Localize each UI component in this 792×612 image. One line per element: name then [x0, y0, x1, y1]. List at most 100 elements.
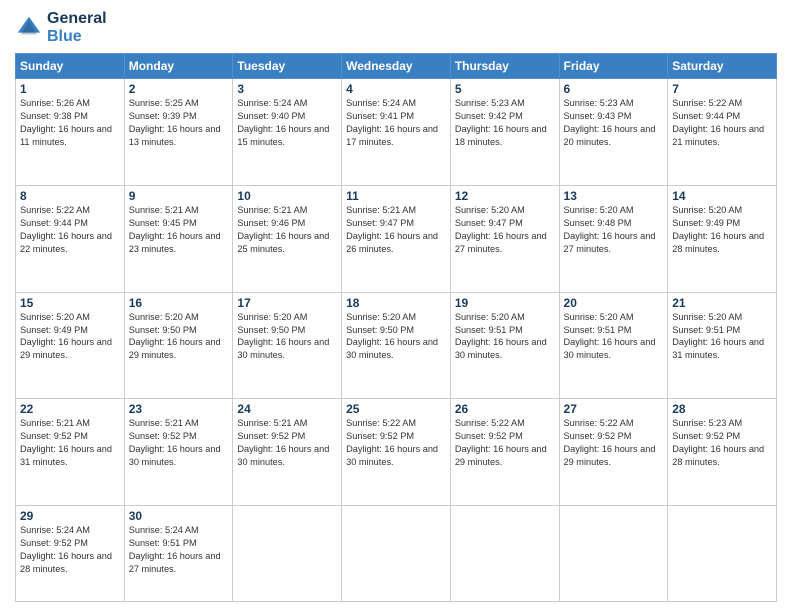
- daylight-label: Daylight: 16 hours and 31 minutes.: [672, 337, 764, 360]
- sunrise-label: Sunrise: 5:21 AM: [129, 205, 199, 215]
- day-number: 23: [129, 402, 229, 416]
- day-number: 5: [455, 82, 555, 96]
- sunset-label: Sunset: 9:51 PM: [672, 325, 740, 335]
- sunrise-label: Sunrise: 5:22 AM: [20, 205, 90, 215]
- sunset-label: Sunset: 9:49 PM: [672, 218, 740, 228]
- day-number: 3: [237, 82, 337, 96]
- calendar-week-row: 15 Sunrise: 5:20 AM Sunset: 9:49 PM Dayl…: [16, 292, 777, 399]
- sunset-label: Sunset: 9:45 PM: [129, 218, 197, 228]
- calendar-day-cell: 14 Sunrise: 5:20 AM Sunset: 9:49 PM Dayl…: [668, 185, 777, 292]
- day-number: 24: [237, 402, 337, 416]
- day-info: Sunrise: 5:21 AM Sunset: 9:47 PM Dayligh…: [346, 204, 446, 256]
- day-info: Sunrise: 5:24 AM Sunset: 9:51 PM Dayligh…: [129, 524, 229, 576]
- day-info: Sunrise: 5:22 AM Sunset: 9:52 PM Dayligh…: [346, 417, 446, 469]
- sunset-label: Sunset: 9:44 PM: [672, 111, 740, 121]
- sunset-label: Sunset: 9:52 PM: [564, 431, 632, 441]
- calendar-week-row: 29 Sunrise: 5:24 AM Sunset: 9:52 PM Dayl…: [16, 506, 777, 602]
- day-number: 26: [455, 402, 555, 416]
- day-number: 12: [455, 189, 555, 203]
- sunset-label: Sunset: 9:49 PM: [20, 325, 88, 335]
- daylight-label: Daylight: 16 hours and 17 minutes.: [346, 124, 438, 147]
- sunset-label: Sunset: 9:43 PM: [564, 111, 632, 121]
- day-info: Sunrise: 5:25 AM Sunset: 9:39 PM Dayligh…: [129, 97, 229, 149]
- daylight-label: Daylight: 16 hours and 20 minutes.: [564, 124, 656, 147]
- calendar-day-cell: 21 Sunrise: 5:20 AM Sunset: 9:51 PM Dayl…: [668, 292, 777, 399]
- day-info: Sunrise: 5:22 AM Sunset: 9:52 PM Dayligh…: [455, 417, 555, 469]
- day-info: Sunrise: 5:20 AM Sunset: 9:51 PM Dayligh…: [564, 311, 664, 363]
- day-info: Sunrise: 5:20 AM Sunset: 9:50 PM Dayligh…: [237, 311, 337, 363]
- day-number: 22: [20, 402, 120, 416]
- day-info: Sunrise: 5:21 AM Sunset: 9:52 PM Dayligh…: [129, 417, 229, 469]
- calendar-week-row: 8 Sunrise: 5:22 AM Sunset: 9:44 PM Dayli…: [16, 185, 777, 292]
- sunrise-label: Sunrise: 5:24 AM: [237, 98, 307, 108]
- calendar-day-cell: 13 Sunrise: 5:20 AM Sunset: 9:48 PM Dayl…: [559, 185, 668, 292]
- daylight-label: Daylight: 16 hours and 11 minutes.: [20, 124, 112, 147]
- day-number: 15: [20, 296, 120, 310]
- sunrise-label: Sunrise: 5:20 AM: [129, 312, 199, 322]
- daylight-label: Daylight: 16 hours and 30 minutes.: [237, 337, 329, 360]
- day-info: Sunrise: 5:23 AM Sunset: 9:52 PM Dayligh…: [672, 417, 772, 469]
- calendar-day-cell: 9 Sunrise: 5:21 AM Sunset: 9:45 PM Dayli…: [124, 185, 233, 292]
- daylight-label: Daylight: 16 hours and 26 minutes.: [346, 231, 438, 254]
- daylight-label: Daylight: 16 hours and 18 minutes.: [455, 124, 547, 147]
- calendar-day-cell: 29 Sunrise: 5:24 AM Sunset: 9:52 PM Dayl…: [16, 506, 125, 602]
- sunset-label: Sunset: 9:38 PM: [20, 111, 88, 121]
- sunset-label: Sunset: 9:42 PM: [455, 111, 523, 121]
- sunrise-label: Sunrise: 5:20 AM: [455, 312, 525, 322]
- day-info: Sunrise: 5:20 AM Sunset: 9:49 PM Dayligh…: [672, 204, 772, 256]
- day-info: Sunrise: 5:21 AM Sunset: 9:52 PM Dayligh…: [20, 417, 120, 469]
- calendar-day-cell: 3 Sunrise: 5:24 AM Sunset: 9:40 PM Dayli…: [233, 79, 342, 186]
- sunrise-label: Sunrise: 5:20 AM: [20, 312, 90, 322]
- sunrise-label: Sunrise: 5:20 AM: [346, 312, 416, 322]
- sunrise-label: Sunrise: 5:25 AM: [129, 98, 199, 108]
- sunset-label: Sunset: 9:50 PM: [237, 325, 305, 335]
- day-info: Sunrise: 5:20 AM Sunset: 9:49 PM Dayligh…: [20, 311, 120, 363]
- daylight-label: Daylight: 16 hours and 30 minutes.: [564, 337, 656, 360]
- day-number: 10: [237, 189, 337, 203]
- sunrise-label: Sunrise: 5:24 AM: [346, 98, 416, 108]
- calendar-day-cell: 23 Sunrise: 5:21 AM Sunset: 9:52 PM Dayl…: [124, 399, 233, 506]
- daylight-label: Daylight: 16 hours and 28 minutes.: [20, 551, 112, 574]
- sunrise-label: Sunrise: 5:21 AM: [237, 418, 307, 428]
- sunset-label: Sunset: 9:46 PM: [237, 218, 305, 228]
- calendar-day-cell: [342, 506, 451, 602]
- calendar-day-cell: 10 Sunrise: 5:21 AM Sunset: 9:46 PM Dayl…: [233, 185, 342, 292]
- day-header: Friday: [559, 54, 668, 79]
- calendar-day-cell: 1 Sunrise: 5:26 AM Sunset: 9:38 PM Dayli…: [16, 79, 125, 186]
- calendar-day-cell: 19 Sunrise: 5:20 AM Sunset: 9:51 PM Dayl…: [450, 292, 559, 399]
- day-number: 1: [20, 82, 120, 96]
- day-info: Sunrise: 5:20 AM Sunset: 9:48 PM Dayligh…: [564, 204, 664, 256]
- sunrise-label: Sunrise: 5:21 AM: [129, 418, 199, 428]
- sunset-label: Sunset: 9:50 PM: [346, 325, 414, 335]
- sunrise-label: Sunrise: 5:22 AM: [455, 418, 525, 428]
- sunset-label: Sunset: 9:51 PM: [455, 325, 523, 335]
- daylight-label: Daylight: 16 hours and 29 minutes.: [564, 444, 656, 467]
- daylight-label: Daylight: 16 hours and 29 minutes.: [455, 444, 547, 467]
- sunset-label: Sunset: 9:41 PM: [346, 111, 414, 121]
- daylight-label: Daylight: 16 hours and 30 minutes.: [129, 444, 221, 467]
- day-info: Sunrise: 5:22 AM Sunset: 9:44 PM Dayligh…: [20, 204, 120, 256]
- calendar-day-cell: [450, 506, 559, 602]
- sunset-label: Sunset: 9:47 PM: [455, 218, 523, 228]
- day-number: 20: [564, 296, 664, 310]
- calendar-day-cell: 15 Sunrise: 5:20 AM Sunset: 9:49 PM Dayl…: [16, 292, 125, 399]
- sunrise-label: Sunrise: 5:20 AM: [237, 312, 307, 322]
- calendar-day-cell: 24 Sunrise: 5:21 AM Sunset: 9:52 PM Dayl…: [233, 399, 342, 506]
- daylight-label: Daylight: 16 hours and 27 minutes.: [129, 551, 221, 574]
- day-info: Sunrise: 5:21 AM Sunset: 9:46 PM Dayligh…: [237, 204, 337, 256]
- sunset-label: Sunset: 9:50 PM: [129, 325, 197, 335]
- daylight-label: Daylight: 16 hours and 30 minutes.: [346, 444, 438, 467]
- calendar-day-cell: 30 Sunrise: 5:24 AM Sunset: 9:51 PM Dayl…: [124, 506, 233, 602]
- day-number: 30: [129, 509, 229, 523]
- day-info: Sunrise: 5:23 AM Sunset: 9:43 PM Dayligh…: [564, 97, 664, 149]
- daylight-label: Daylight: 16 hours and 29 minutes.: [20, 337, 112, 360]
- day-info: Sunrise: 5:26 AM Sunset: 9:38 PM Dayligh…: [20, 97, 120, 149]
- day-number: 19: [455, 296, 555, 310]
- day-number: 14: [672, 189, 772, 203]
- sunset-label: Sunset: 9:52 PM: [20, 431, 88, 441]
- sunrise-label: Sunrise: 5:20 AM: [564, 205, 634, 215]
- daylight-label: Daylight: 16 hours and 21 minutes.: [672, 124, 764, 147]
- sunrise-label: Sunrise: 5:20 AM: [564, 312, 634, 322]
- calendar-day-cell: 17 Sunrise: 5:20 AM Sunset: 9:50 PM Dayl…: [233, 292, 342, 399]
- day-number: 7: [672, 82, 772, 96]
